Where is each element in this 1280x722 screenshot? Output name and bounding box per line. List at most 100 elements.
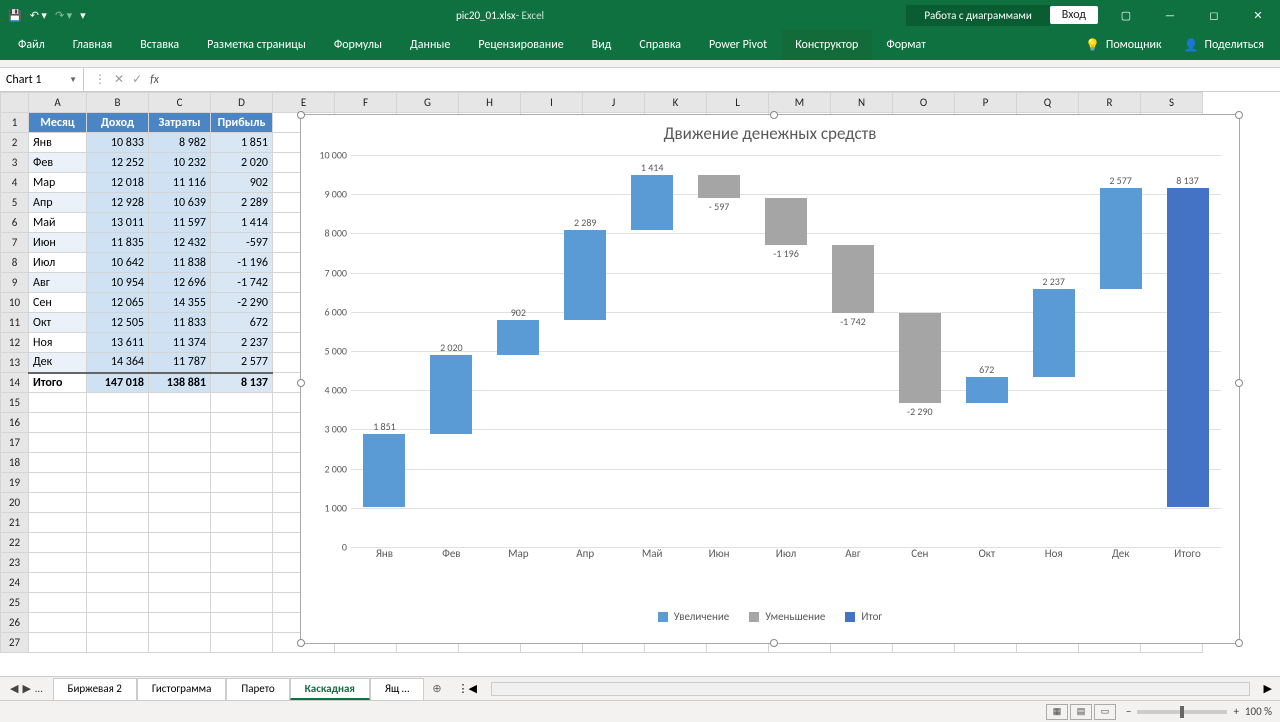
cell[interactable]: 11 374: [149, 333, 211, 353]
cell[interactable]: Май: [29, 213, 87, 233]
table-header-cell[interactable]: Месяц: [29, 113, 87, 133]
col-header[interactable]: K: [645, 93, 707, 113]
resize-handle[interactable]: [297, 379, 305, 387]
cell[interactable]: [211, 633, 273, 653]
bar[interactable]: [430, 355, 472, 434]
cell[interactable]: [87, 533, 149, 553]
col-header[interactable]: N: [831, 93, 893, 113]
cancel-icon[interactable]: ✕: [114, 72, 124, 87]
zoom-out-icon[interactable]: −: [1126, 705, 1131, 718]
horizontal-scrollbar[interactable]: ⋮ ◀ ▶: [450, 682, 1280, 696]
name-box[interactable]: Chart 1 ▼: [0, 68, 84, 91]
resize-handle[interactable]: [770, 639, 778, 647]
cell[interactable]: [29, 493, 87, 513]
cell[interactable]: [87, 573, 149, 593]
cell[interactable]: [29, 413, 87, 433]
cell[interactable]: [149, 633, 211, 653]
cell[interactable]: 1 851: [211, 133, 273, 153]
cell[interactable]: [211, 393, 273, 413]
cell[interactable]: [87, 593, 149, 613]
bar[interactable]: [899, 313, 941, 403]
legend-increase[interactable]: Увеличение: [658, 610, 729, 623]
cell[interactable]: 11 597: [149, 213, 211, 233]
col-header[interactable]: H: [459, 93, 521, 113]
cell[interactable]: 2 020: [211, 153, 273, 173]
cell[interactable]: -1 742: [211, 273, 273, 293]
tab-design[interactable]: Конструктор: [781, 30, 872, 60]
zoom-slider[interactable]: [1137, 710, 1227, 714]
col-header[interactable]: A: [29, 93, 87, 113]
bar[interactable]: [1100, 188, 1142, 289]
cell[interactable]: [29, 593, 87, 613]
formula-input[interactable]: [169, 68, 1280, 91]
chevron-down-icon[interactable]: ▼: [69, 75, 77, 85]
row-header[interactable]: 19: [1, 473, 29, 493]
resize-handle[interactable]: [1235, 639, 1243, 647]
cell[interactable]: 902: [211, 173, 273, 193]
scroll-left-icon[interactable]: ◀: [469, 682, 477, 695]
more-sheets[interactable]: …: [35, 682, 43, 695]
row-header[interactable]: 26: [1, 613, 29, 633]
tab-format[interactable]: Формат: [872, 30, 939, 60]
row-header[interactable]: 24: [1, 573, 29, 593]
cell[interactable]: -2 290: [211, 293, 273, 313]
table-header-cell[interactable]: Прибыль: [211, 113, 273, 133]
cell[interactable]: [149, 553, 211, 573]
fx-icon[interactable]: fx: [150, 73, 159, 87]
cell[interactable]: 13 011: [87, 213, 149, 233]
cell[interactable]: -1 196: [211, 253, 273, 273]
tab-data[interactable]: Данные: [396, 30, 464, 60]
col-header[interactable]: P: [955, 93, 1017, 113]
cell[interactable]: [29, 473, 87, 493]
resize-handle[interactable]: [1235, 379, 1243, 387]
row-header[interactable]: 10: [1, 293, 29, 313]
zoom-in-icon[interactable]: +: [1233, 705, 1238, 718]
col-header[interactable]: C: [149, 93, 211, 113]
bar[interactable]: [765, 198, 807, 245]
cell[interactable]: [29, 573, 87, 593]
close-button[interactable]: ✕: [1236, 0, 1280, 30]
page-break-icon[interactable]: ▭: [1094, 704, 1116, 720]
cell[interactable]: [29, 613, 87, 633]
sheet-tab[interactable]: Ящ …: [370, 678, 424, 700]
enter-icon[interactable]: ✓: [132, 72, 142, 87]
cell[interactable]: 11 787: [149, 353, 211, 373]
row-header[interactable]: 21: [1, 513, 29, 533]
row-header[interactable]: 15: [1, 393, 29, 413]
tab-formulas[interactable]: Формулы: [320, 30, 396, 60]
bar[interactable]: [698, 175, 740, 198]
col-header[interactable]: R: [1079, 93, 1141, 113]
cell[interactable]: 10 232: [149, 153, 211, 173]
cell[interactable]: Июн: [29, 233, 87, 253]
row-header[interactable]: 17: [1, 433, 29, 453]
scroll-right-icon[interactable]: ▶: [1264, 682, 1272, 695]
cell[interactable]: 672: [211, 313, 273, 333]
cell[interactable]: 8 137: [211, 373, 273, 393]
cell[interactable]: Фев: [29, 153, 87, 173]
col-header[interactable]: E: [273, 93, 335, 113]
zoom-value[interactable]: 100 %: [1245, 705, 1272, 718]
cell[interactable]: [149, 413, 211, 433]
cell[interactable]: [149, 473, 211, 493]
cell[interactable]: [29, 553, 87, 573]
sheet-tab[interactable]: Биржевая 2: [53, 678, 137, 700]
cell[interactable]: [149, 513, 211, 533]
row-header[interactable]: 27: [1, 633, 29, 653]
col-header[interactable]: G: [397, 93, 459, 113]
col-header[interactable]: J: [583, 93, 645, 113]
cell[interactable]: 8 982: [149, 133, 211, 153]
cell[interactable]: [87, 413, 149, 433]
col-header[interactable]: Q: [1017, 93, 1079, 113]
bar[interactable]: [564, 230, 606, 320]
resize-handle[interactable]: [297, 639, 305, 647]
cell[interactable]: [87, 473, 149, 493]
col-header[interactable]: M: [769, 93, 831, 113]
sheet-nav[interactable]: ◀ ▶ …: [0, 682, 53, 695]
cell[interactable]: [87, 453, 149, 473]
cell[interactable]: Янв: [29, 133, 87, 153]
signin-button[interactable]: Вход: [1050, 6, 1098, 24]
cell[interactable]: 10 639: [149, 193, 211, 213]
cell[interactable]: 147 018: [87, 373, 149, 393]
resize-handle[interactable]: [297, 111, 305, 119]
cell[interactable]: 12 505: [87, 313, 149, 333]
